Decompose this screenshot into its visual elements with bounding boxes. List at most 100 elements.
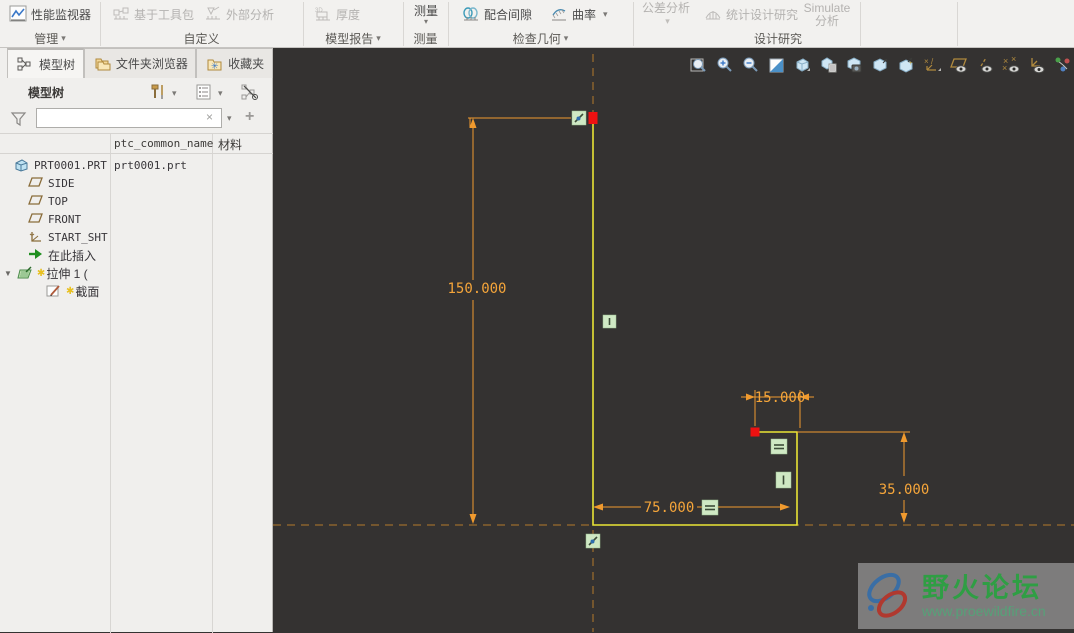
performance-monitor-button[interactable]: 性能监视器 xyxy=(5,2,95,26)
tree-cell-common-name: prt0001.prt xyxy=(114,158,187,172)
search-dropdown-icon[interactable]: ▾ xyxy=(227,113,232,124)
folder-browser-icon xyxy=(94,56,111,72)
dimension-15[interactable]: 15.000 xyxy=(741,390,814,428)
datum-display-filters-icon[interactable]: × / xyxy=(924,56,941,74)
tree-tools-dropdown-icon[interactable]: ▾ xyxy=(172,88,177,99)
measure-button[interactable]: 测量 ▾ xyxy=(405,1,447,28)
model-tree-icon xyxy=(17,56,34,72)
graphics-area[interactable]: + × / × × × 150.000 15.000 75.000 35.000… xyxy=(273,48,1074,632)
tree-item-insert-here[interactable]: 在此插入 xyxy=(28,246,110,264)
tree-item-label: TOP xyxy=(48,194,68,208)
svg-text:✳: ✳ xyxy=(211,61,219,71)
column-divider[interactable] xyxy=(212,134,213,633)
constraint-vertical-line[interactable] xyxy=(602,314,617,329)
group-label-model-report[interactable]: 模型报告 xyxy=(303,29,403,47)
group-label-check-geometry[interactable]: 检查几何 xyxy=(448,29,633,47)
constraint-equal-bottom[interactable] xyxy=(701,499,719,516)
performance-chart-icon xyxy=(9,5,27,23)
datum-plane-icon xyxy=(28,194,44,208)
expand-collapse-icon[interactable]: ▼ xyxy=(4,269,12,278)
favorites-icon: ✳ xyxy=(206,56,223,72)
modified-star-icon: ✱ xyxy=(66,285,75,297)
sketch-section-icon xyxy=(46,284,62,298)
curvature-button[interactable]: 曲率 xyxy=(546,2,612,26)
tab-favorites[interactable]: ✳ 收藏夹 xyxy=(196,48,273,78)
tree-display-toggle-icon[interactable] xyxy=(240,83,260,101)
constraint-point-on-entity-top[interactable] xyxy=(571,110,587,126)
tree-item-part[interactable]: PRT0001.PRT xyxy=(14,156,110,174)
shading-display-icon[interactable] xyxy=(794,56,811,74)
filter-funnel-icon[interactable] xyxy=(10,110,28,131)
tree-filters-dropdown-icon[interactable]: ▾ xyxy=(218,88,223,99)
view-manager-icon[interactable]: + xyxy=(898,56,915,74)
tree-item-label: 在此插入 xyxy=(48,248,97,263)
dimension-75[interactable]: 75.000 xyxy=(593,500,790,516)
tree-item-csys[interactable]: START_SHT xyxy=(28,228,110,246)
tree-item-label: 拉伸 1 ( xyxy=(46,266,88,281)
column-header-common-name[interactable]: ptc_common_name xyxy=(114,137,213,150)
view-normal-icon[interactable] xyxy=(872,56,889,74)
navigator-tabs: 模型树 文件夹浏览器 ✳ 收藏夹 xyxy=(0,48,273,78)
constraint-point-on-entity-bottom[interactable] xyxy=(585,533,601,549)
column-header-material[interactable]: 材料 xyxy=(218,136,242,153)
group-label-manage[interactable]: 管理 xyxy=(0,29,100,47)
display-style-icon[interactable] xyxy=(820,56,837,74)
plane-display-icon[interactable] xyxy=(950,56,967,74)
group-label-design-study: 设计研究 xyxy=(753,31,802,46)
spin-center-icon[interactable] xyxy=(1054,56,1071,74)
toolkit-based-button[interactable]: 基于工具包 xyxy=(108,2,198,26)
tree-column-headers: ptc_common_name 材料 xyxy=(0,134,273,154)
statistical-design-study-label: 统计设计研究 xyxy=(726,7,799,22)
vertex-top-selected[interactable] xyxy=(588,112,598,124)
toolkit-based-label: 基于工具包 xyxy=(134,7,195,22)
tree-item-extrude[interactable]: ▼ ✱ 拉伸 1 ( xyxy=(4,264,110,282)
curvature-label: 曲率 xyxy=(572,7,597,22)
tree-tools-icon[interactable] xyxy=(148,83,168,101)
axis-display-icon[interactable] xyxy=(976,56,993,74)
tree-item-front[interactable]: FRONT xyxy=(28,210,110,228)
tree-filters-icon[interactable] xyxy=(194,83,214,101)
statistical-design-study-button[interactable]: 统计设计研究 xyxy=(700,2,802,26)
group-label-measure: 测量 xyxy=(413,31,438,46)
model-tree-title: 模型树 xyxy=(28,86,65,100)
tree-filter-row: × ▾ + xyxy=(0,106,273,133)
curvature-icon xyxy=(550,5,568,23)
tree-item-label: PRT0001.PRT xyxy=(34,158,107,172)
sketch-polyline[interactable] xyxy=(592,118,798,526)
tab-model-tree[interactable]: 模型树 xyxy=(7,48,84,78)
constraint-vertical-step[interactable] xyxy=(775,471,792,489)
dimension-150[interactable]: 150.000 xyxy=(447,117,571,524)
zoom-in-icon[interactable] xyxy=(716,56,733,74)
dimension-35[interactable]: 35.000 xyxy=(797,431,930,523)
constraint-equal-top[interactable] xyxy=(770,438,788,455)
zoom-refit-icon[interactable] xyxy=(690,56,707,74)
tree-item-section[interactable]: ✱ 截面 xyxy=(46,282,110,300)
tree-item-side[interactable]: SIDE xyxy=(28,174,110,192)
svg-text:3D: 3D xyxy=(315,8,323,14)
saved-view-list-icon[interactable] xyxy=(846,56,863,74)
tolerance-analysis-button[interactable]: 公差分析 xyxy=(638,1,694,28)
point-display-icon[interactable]: × × × xyxy=(1002,56,1019,74)
vertex-step-selected[interactable] xyxy=(750,427,760,437)
zoom-out-icon[interactable] xyxy=(742,56,759,74)
dimension-value: 35.000 xyxy=(879,482,930,498)
tree-search-input[interactable] xyxy=(36,108,222,128)
clear-search-icon[interactable]: × xyxy=(206,111,213,123)
svg-text:×: × xyxy=(1011,56,1016,64)
external-analysis-button[interactable]: 外部分析 xyxy=(200,2,278,26)
simulate-analysis-button[interactable]: Simulate 分析 xyxy=(796,1,858,28)
tab-folder-browser[interactable]: 文件夹浏览器 xyxy=(83,48,197,78)
repaint-icon[interactable] xyxy=(768,56,785,74)
thickness-button[interactable]: 3D 厚度 xyxy=(310,2,364,26)
add-filter-icon[interactable]: + xyxy=(245,108,254,126)
column-divider[interactable] xyxy=(110,134,111,633)
tolerance-analysis-label: 公差分析 xyxy=(641,0,690,15)
svg-text:/: / xyxy=(931,57,934,66)
dimension-value: 150.000 xyxy=(447,281,506,297)
fit-clearance-button[interactable]: 配合间隙 xyxy=(458,2,536,26)
navigator-panel: 模型树 文件夹浏览器 ✳ 收藏夹 模型树 ▾ ▾ × ▾ + ptc_commo… xyxy=(0,48,273,633)
tree-item-top[interactable]: TOP xyxy=(28,192,110,210)
csys-display-icon[interactable] xyxy=(1028,56,1045,74)
watermark: 野火论坛 www.proewildfire.cn xyxy=(858,563,1074,629)
datum-plane-icon xyxy=(28,212,44,226)
